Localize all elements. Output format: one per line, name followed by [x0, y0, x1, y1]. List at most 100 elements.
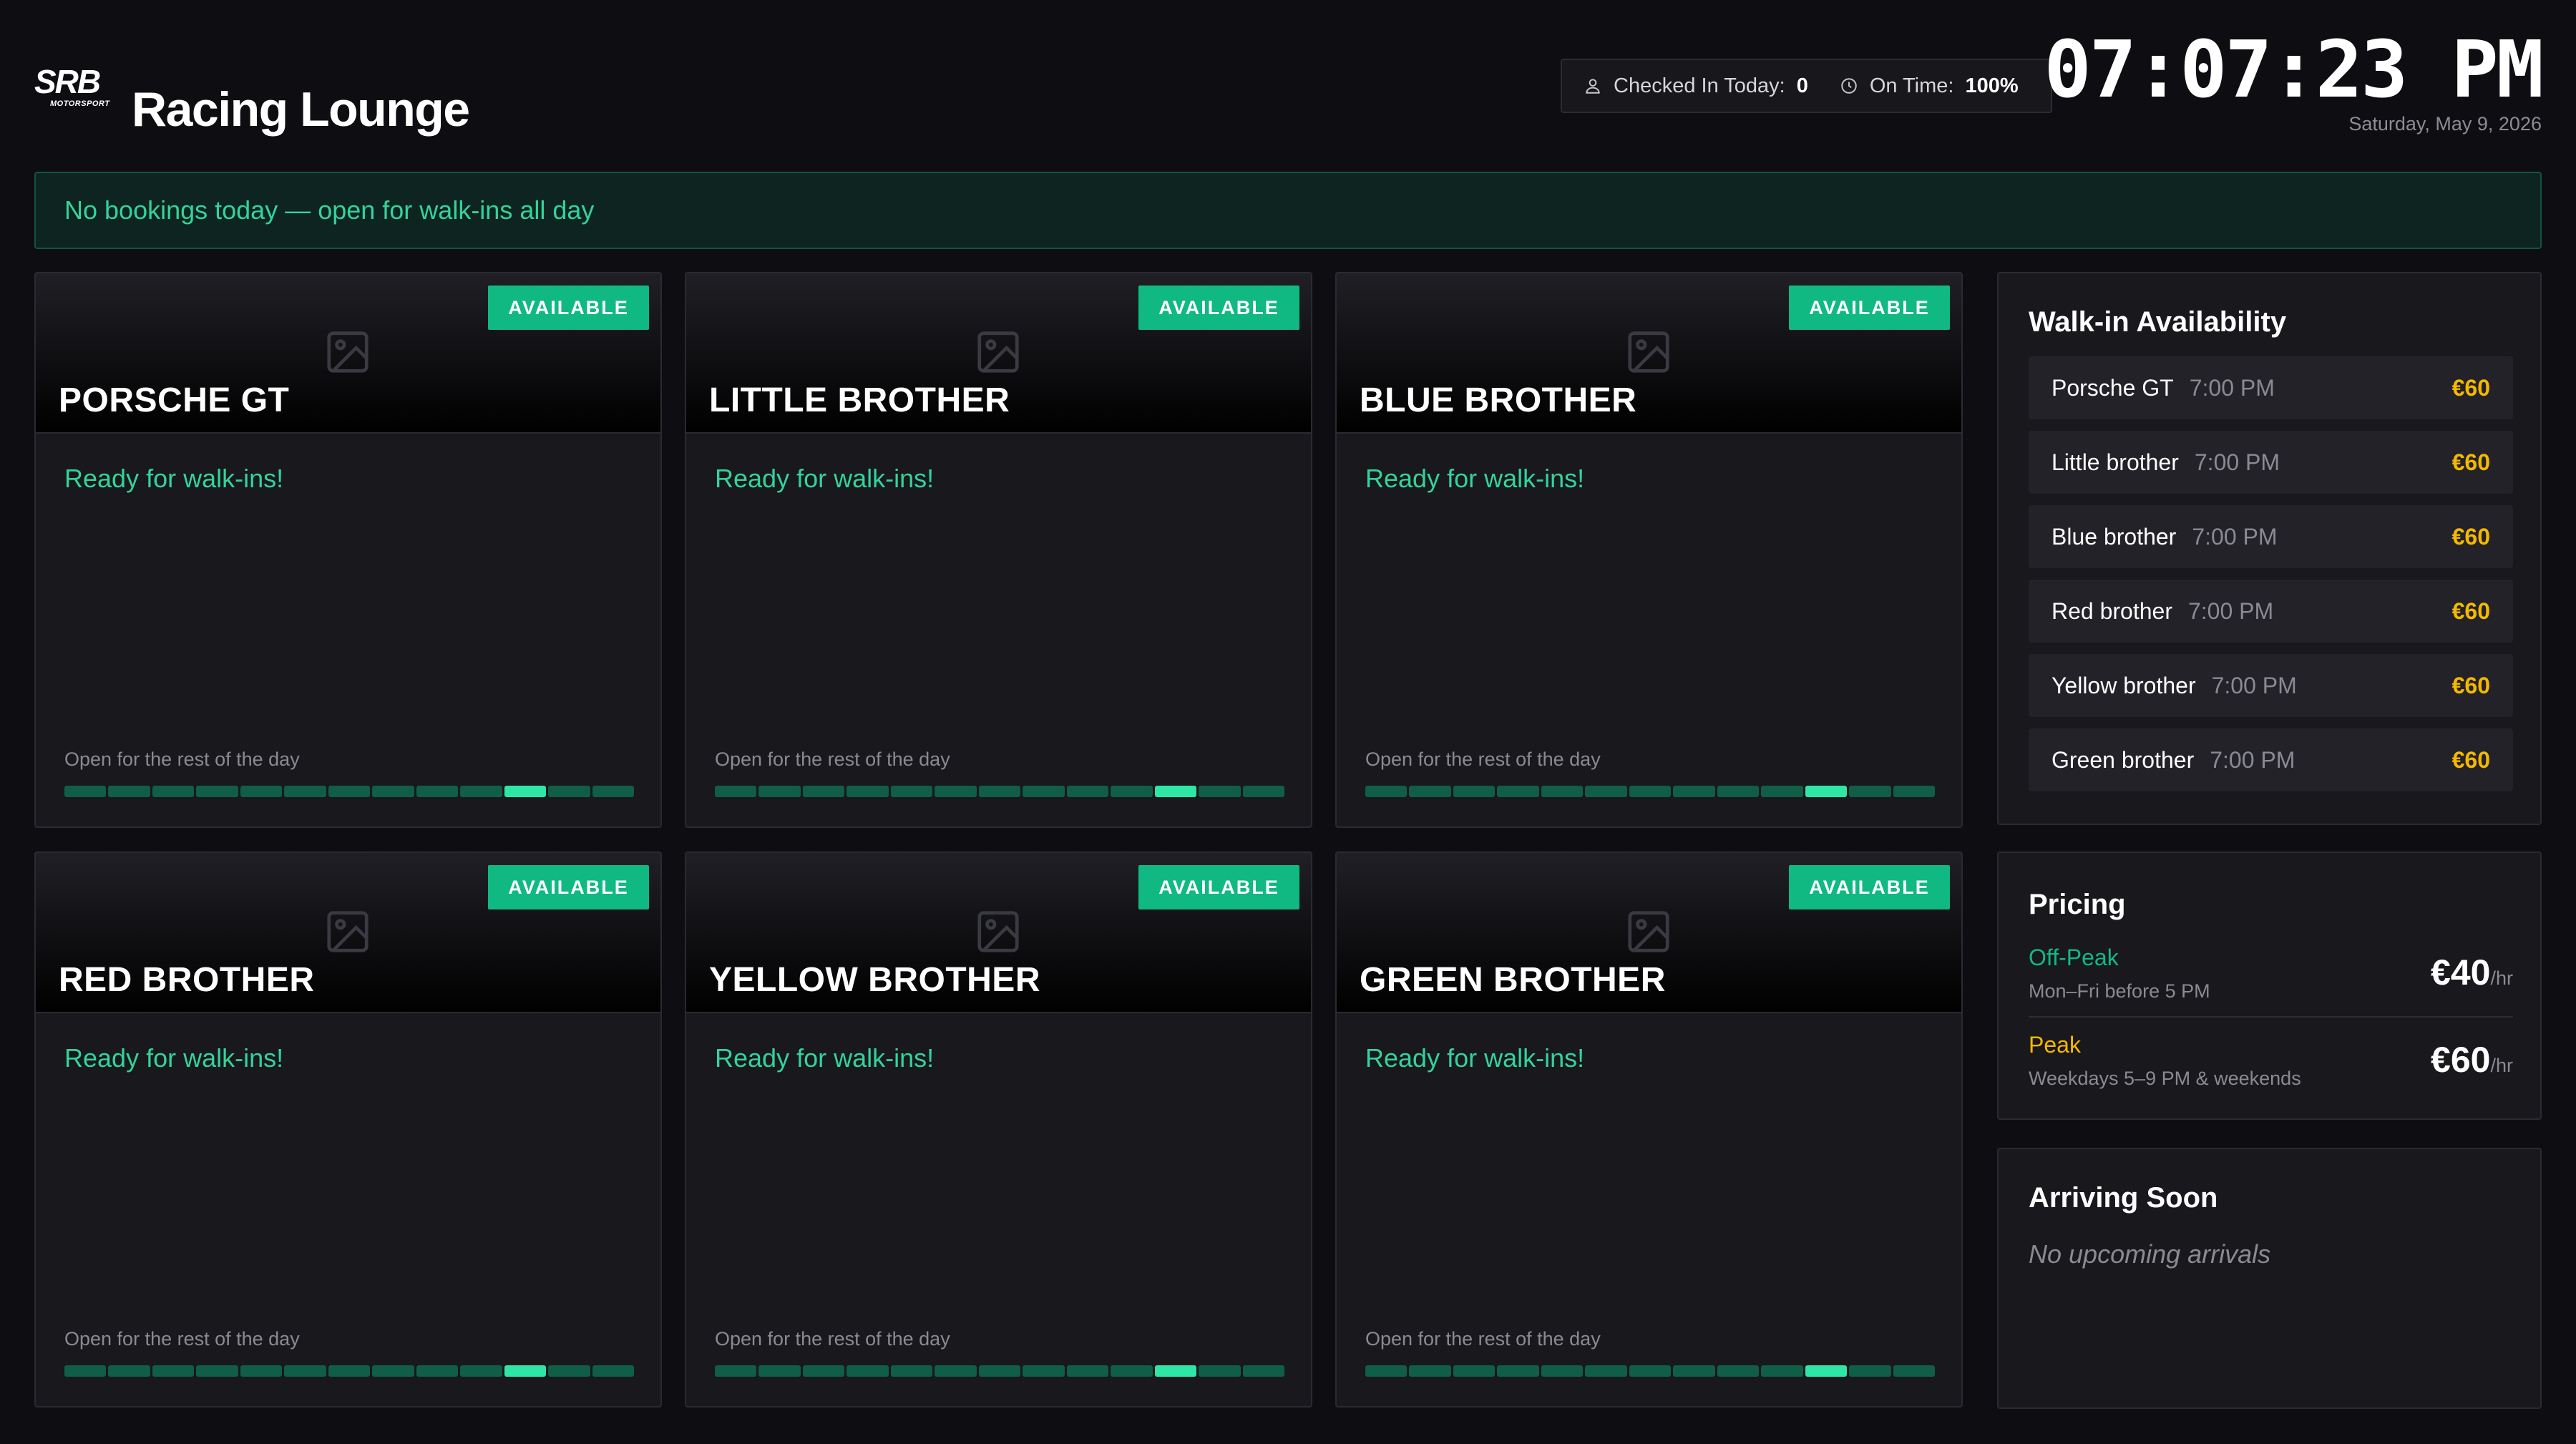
timeline-segment — [196, 1365, 238, 1377]
walkin-availability-panel: Walk-in Availability Porsche GT 7:00 PM … — [1997, 272, 2542, 825]
walkin-price: €60 — [2451, 449, 2490, 475]
car-card[interactable]: AVAILABLE PORSCHE GT Ready for walk-ins!… — [34, 272, 662, 828]
timeline-segment — [1541, 1365, 1584, 1377]
walkin-time: 7:00 PM — [2192, 523, 2278, 550]
car-card[interactable]: AVAILABLE LITTLE BROTHER Ready for walk-… — [685, 272, 1312, 828]
walkin-car-name: Yellow brother — [2051, 672, 2196, 698]
image-placeholder-icon — [1628, 911, 1669, 952]
person-icon — [1586, 79, 1600, 94]
srb-motorsport-logo: SRB MOTORSPORT — [34, 63, 110, 108]
timeline-segment — [592, 1365, 635, 1377]
timeline-segment — [1023, 1365, 1065, 1377]
car-card-header: AVAILABLE YELLOW BROTHER — [686, 853, 1311, 1013]
pricing-title: Pricing — [2029, 889, 2126, 920]
timeline-segment-current — [1154, 786, 1197, 797]
timeline-segment — [758, 786, 801, 797]
timeline-segment — [847, 1365, 889, 1377]
availability-text: Open for the rest of the day — [64, 748, 300, 770]
walkin-item[interactable]: Blue brother 7:00 PM €60 — [2029, 505, 2513, 568]
image-placeholder-icon — [977, 911, 1019, 952]
racing-lounge-dashboard: SRB MOTORSPORT Racing Lounge Checked In … — [0, 0, 2576, 1444]
day-timeline — [715, 1365, 1285, 1377]
timeline-segment — [1761, 786, 1803, 797]
timeline-segment — [64, 786, 107, 797]
walkin-item[interactable]: Red brother 7:00 PM €60 — [2029, 580, 2513, 643]
timeline-segment — [1453, 1365, 1496, 1377]
timeline-segment — [1497, 1365, 1539, 1377]
day-timeline — [64, 1365, 635, 1377]
walkin-item[interactable]: Little brother 7:00 PM €60 — [2029, 431, 2513, 494]
status-badge: AVAILABLE — [1138, 286, 1299, 330]
timeline-segment — [64, 1365, 107, 1377]
status-badge: AVAILABLE — [1138, 865, 1299, 909]
timeline-segment — [152, 1365, 195, 1377]
walkin-car-name: Little brother — [2051, 449, 2179, 475]
image-placeholder-icon — [327, 331, 369, 373]
pricing-panel: Pricing Off-Peak Mon–Fri before 5 PM €40… — [1997, 852, 2542, 1120]
timeline-segment — [1111, 1365, 1153, 1377]
page-title: Racing Lounge — [132, 82, 470, 137]
timeline-segment — [1761, 1365, 1803, 1377]
timeline-segment — [1717, 1365, 1760, 1377]
timeline-segment — [1111, 786, 1153, 797]
timeline-segment — [1497, 786, 1539, 797]
timeline-segment — [1673, 1365, 1715, 1377]
status-badge: AVAILABLE — [1789, 865, 1950, 909]
car-status-message: Ready for walk-ins! — [64, 1043, 284, 1073]
timeline-segment — [802, 786, 845, 797]
car-name: BLUE BROTHER — [1360, 381, 1637, 419]
walkin-car-name: Green brother — [2051, 746, 2195, 773]
walkin-item[interactable]: Yellow brother 7:00 PM €60 — [2029, 654, 2513, 717]
timeline-segment — [284, 1365, 326, 1377]
car-card[interactable]: AVAILABLE YELLOW BROTHER Ready for walk-… — [685, 852, 1312, 1408]
timeline-segment-current — [1154, 1365, 1197, 1377]
timeline-segment — [1066, 786, 1109, 797]
car-status-message: Ready for walk-ins! — [1365, 464, 1585, 493]
on-time-value: 100% — [1965, 74, 2019, 97]
walkin-item[interactable]: Porsche GT 7:00 PM €60 — [2029, 356, 2513, 419]
checked-in-stat: Checked In Today: 0 — [1584, 74, 1808, 98]
image-placeholder-icon — [327, 911, 369, 952]
timeline-segment — [1585, 1365, 1627, 1377]
timeline-segment — [1629, 786, 1672, 797]
walkin-car-name: Red brother — [2051, 597, 2172, 624]
car-card[interactable]: AVAILABLE BLUE BROTHER Ready for walk-in… — [1335, 272, 1963, 828]
peak-price: €60/hr — [2431, 1039, 2513, 1080]
day-timeline — [1365, 1365, 1936, 1377]
timeline-segment — [460, 786, 502, 797]
peak-desc: Weekdays 5–9 PM & weekends — [2029, 1068, 2301, 1089]
on-time-stat: On Time: 100% — [1840, 74, 2019, 98]
car-status-message: Ready for walk-ins! — [715, 1043, 935, 1073]
stats-bar: Checked In Today: 0 On Time: 100% — [1561, 59, 2052, 113]
timeline-segment-current — [1805, 1365, 1848, 1377]
timeline-segment — [240, 786, 283, 797]
status-badge: AVAILABLE — [488, 865, 649, 909]
svg-text:MOTORSPORT: MOTORSPORT — [50, 99, 110, 108]
status-banner: No bookings today — open for walk-ins al… — [34, 172, 2542, 249]
peak-label: Peak — [2029, 1032, 2081, 1058]
timeline-segment — [1365, 786, 1407, 797]
walkin-car-name: Porsche GT — [2051, 374, 2174, 401]
car-name: LITTLE BROTHER — [709, 381, 1010, 419]
timeline-segment — [847, 786, 889, 797]
image-placeholder-icon — [1628, 331, 1669, 373]
peak-row: Peak Weekdays 5–9 PM & weekends €60/hr — [2029, 1032, 2513, 1116]
timeline-segment — [372, 786, 414, 797]
timeline-segment — [890, 1365, 933, 1377]
timeline-segment — [416, 786, 459, 797]
timeline-segment — [196, 786, 238, 797]
car-name: GREEN BROTHER — [1360, 961, 1666, 999]
walkin-title: Walk-in Availability — [2029, 306, 2287, 338]
walkin-time: 7:00 PM — [2210, 746, 2296, 773]
timeline-segment — [1893, 786, 1936, 797]
car-card[interactable]: AVAILABLE GREEN BROTHER Ready for walk-i… — [1335, 852, 1963, 1408]
walkin-item[interactable]: Green brother 7:00 PM €60 — [2029, 728, 2513, 791]
timeline-segment — [460, 1365, 502, 1377]
car-status-message: Ready for walk-ins! — [64, 464, 284, 493]
timeline-segment — [715, 786, 757, 797]
peak-unit: /hr — [2490, 1055, 2513, 1076]
pricing-divider — [2029, 1016, 2513, 1018]
walkin-time: 7:00 PM — [2187, 597, 2274, 624]
car-card[interactable]: AVAILABLE RED BROTHER Ready for walk-ins… — [34, 852, 662, 1408]
walkin-price: €60 — [2451, 597, 2490, 624]
